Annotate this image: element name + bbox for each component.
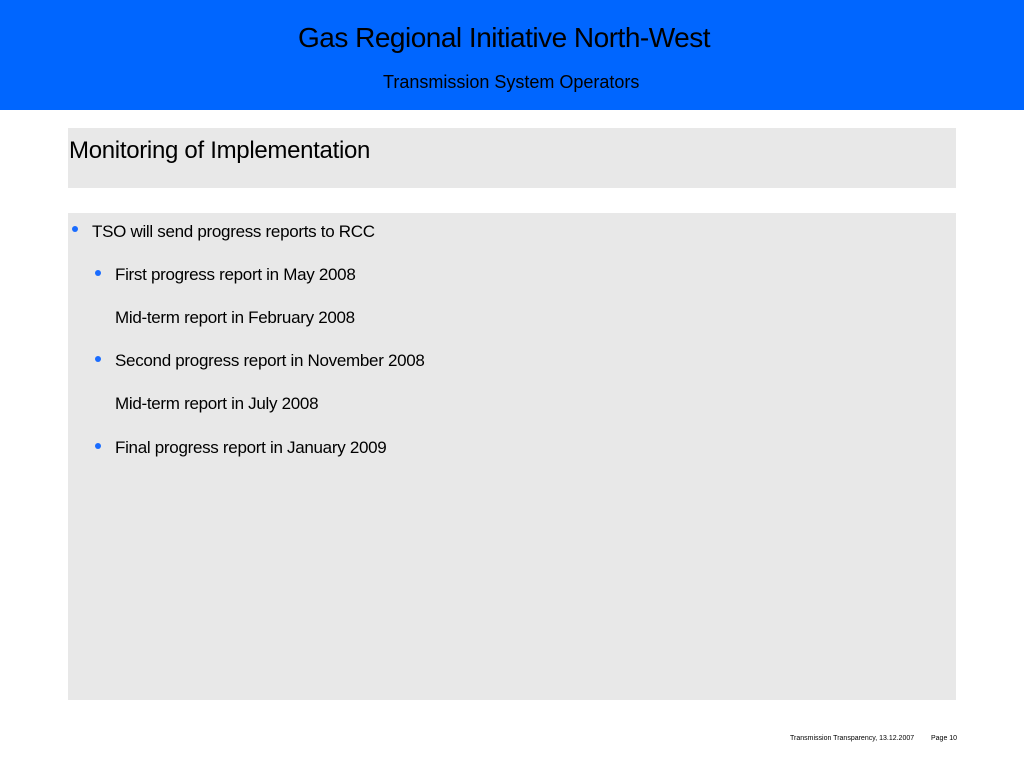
bullet-icon: [95, 356, 101, 362]
sub-bullet-item: Second progress report in November 2008: [115, 351, 425, 370]
content-panel: TSO will send progress reports to RCC Fi…: [68, 213, 956, 700]
sub-item-note: Mid-term report in July 2008: [115, 394, 319, 413]
bullet-list: TSO will send progress reports to RCC Fi…: [68, 213, 956, 700]
sub-bullet-item: Final progress report in January 2009: [115, 438, 387, 457]
sub-bullet-item: First progress report in May 2008: [115, 265, 356, 284]
bullet-item: TSO will send progress reports to RCC: [92, 222, 375, 241]
header-band: Gas Regional Initiative North-West Trans…: [0, 0, 1024, 110]
slide: Gas Regional Initiative North-West Trans…: [0, 0, 1024, 768]
page-number: Page 10: [931, 735, 958, 742]
header-title: Gas Regional Initiative North-West: [298, 22, 711, 53]
header-subtitle: Transmission System Operators: [383, 72, 640, 92]
footer-text: Transmission Transparency, 13.12.2007: [790, 735, 915, 742]
sub-item-note: Mid-term report in February 2008: [115, 308, 355, 327]
slide-title: Monitoring of Implementation: [69, 137, 371, 164]
bullet-icon: [95, 270, 101, 276]
bullet-icon: [72, 226, 78, 232]
bullet-icon: [95, 443, 101, 449]
title-panel: Monitoring of Implementation: [68, 128, 956, 188]
